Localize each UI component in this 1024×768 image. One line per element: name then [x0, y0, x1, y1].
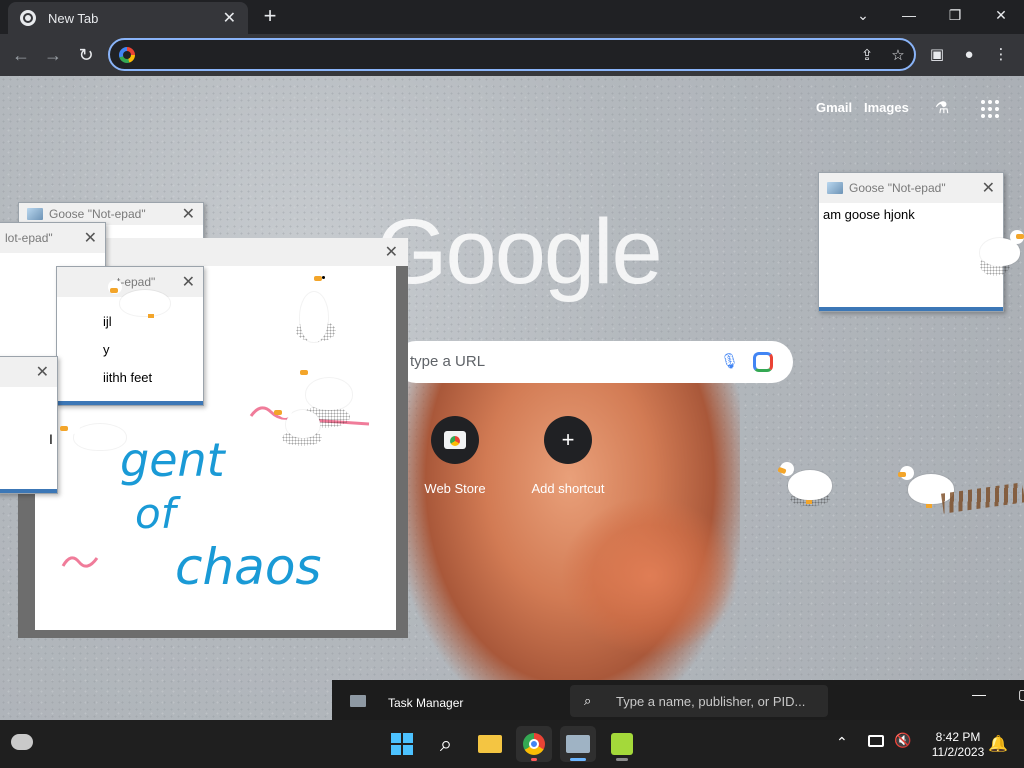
- task-manager-icon: [350, 695, 366, 707]
- goose-app-icon: [611, 733, 633, 755]
- goose-notepad-window-small[interactable]: ✕ I: [0, 356, 58, 494]
- tab-title: New Tab: [48, 10, 99, 26]
- close-icon[interactable]: ✕: [84, 228, 97, 248]
- chrome-icon: [20, 10, 36, 26]
- tab-strip: New Tab ✕ + ⌄ — ❐ ✕: [0, 0, 1024, 34]
- window-title: Goose "Not-epad": [49, 207, 146, 221]
- notepad-icon: [27, 208, 43, 220]
- tab-close-icon[interactable]: ✕: [223, 8, 236, 28]
- start-button[interactable]: [384, 726, 420, 762]
- minimize-button[interactable]: —: [886, 0, 932, 30]
- profile-icon[interactable]: ●: [958, 44, 980, 66]
- task-manager-taskbar-button[interactable]: [560, 726, 596, 762]
- notification-bell-icon[interactable]: 🔔: [988, 734, 1008, 754]
- tab-search-button[interactable]: ⌄: [840, 0, 886, 30]
- windows-taskbar: ⌕ ⌃ 🔇 8:42 PM 11/2/2023 🔔: [0, 720, 1024, 768]
- plus-icon: +: [544, 416, 592, 464]
- start-icon: [391, 733, 413, 755]
- note-line: y: [103, 342, 110, 357]
- task-manager-icon: [566, 735, 590, 753]
- weather-icon[interactable]: [11, 734, 33, 750]
- google-lens-icon[interactable]: [753, 352, 773, 372]
- task-manager-maximize-button[interactable]: ▢: [1018, 686, 1024, 703]
- web-store-icon: [431, 416, 479, 464]
- side-panel-icon[interactable]: ▣: [926, 44, 948, 66]
- notepad-icon: [827, 182, 843, 194]
- clock-time: 8:42 PM: [935, 730, 981, 744]
- scribble-text: chaos: [175, 538, 321, 596]
- gmail-link[interactable]: Gmail: [816, 100, 852, 115]
- back-button[interactable]: ←: [8, 42, 34, 68]
- tab-new-tab[interactable]: New Tab ✕: [8, 2, 248, 34]
- window-footer: [0, 489, 57, 493]
- window-title: t-epad": [117, 275, 156, 289]
- task-manager-search-input[interactable]: ⌕ Type a name, publisher, or PID...: [570, 685, 828, 717]
- goose-app-button[interactable]: [604, 726, 640, 762]
- file-explorer-icon: [478, 735, 502, 753]
- google-g-icon: [119, 47, 135, 63]
- restore-button[interactable]: ❐: [932, 0, 978, 30]
- chrome-icon: [523, 733, 545, 755]
- text-cursor-icon: I: [49, 431, 53, 447]
- search-icon: ⌕: [584, 693, 592, 708]
- bookmark-star-icon[interactable]: ☆: [889, 47, 907, 65]
- chrome-taskbar-button[interactable]: [516, 726, 552, 762]
- close-icon[interactable]: ✕: [182, 204, 195, 224]
- images-link[interactable]: Images: [864, 100, 909, 115]
- search-button[interactable]: ⌕: [428, 726, 464, 762]
- shortcut-web-store[interactable]: Web Store: [405, 416, 505, 496]
- search-placeholder: Type a name, publisher, or PID...: [616, 694, 806, 709]
- clock-date: 11/2/2023: [931, 745, 985, 759]
- goose-notepad-window-right[interactable]: Goose "Not-epad" ✕ am goose hjonk: [818, 172, 1004, 312]
- volume-muted-icon[interactable]: 🔇: [894, 732, 911, 749]
- goose-notepad-window-middle[interactable]: t-epad" ✕ ijl y iithh feet: [56, 266, 204, 406]
- search-icon: ⌕: [439, 731, 453, 756]
- microphone-icon[interactable]: 🎙: [720, 352, 739, 372]
- window-title: lot-epad": [5, 231, 53, 245]
- window-footer: [57, 401, 203, 405]
- share-icon[interactable]: ⇪: [858, 47, 876, 65]
- forward-button[interactable]: →: [40, 42, 66, 68]
- file-explorer-button[interactable]: [472, 726, 508, 762]
- google-logo: Google: [376, 201, 663, 303]
- browser-toolbar: ← → ↻ ⇪ ☆ ▣ ● ⋮: [0, 34, 1024, 76]
- shortcut-label: Add shortcut: [531, 481, 605, 496]
- task-manager-minimize-button[interactable]: —: [972, 686, 986, 702]
- reload-button[interactable]: ↻: [73, 42, 99, 68]
- new-tab-button[interactable]: +: [258, 4, 282, 28]
- task-manager-title: Task Manager: [388, 696, 464, 710]
- system-clock[interactable]: 8:42 PM 11/2/2023: [920, 730, 996, 760]
- menu-kebab-icon[interactable]: ⋮: [990, 44, 1012, 66]
- task-manager-window[interactable]: Task Manager ⌕ Type a name, publisher, o…: [332, 680, 1024, 720]
- labs-flask-icon[interactable]: ⚗: [931, 98, 953, 120]
- window-title: Goose "Not-epad": [849, 181, 946, 195]
- note-line: iithh feet: [103, 370, 153, 385]
- close-icon[interactable]: ✕: [36, 362, 49, 382]
- scribble-text: of: [135, 489, 182, 538]
- close-icon[interactable]: ✕: [182, 272, 195, 292]
- new-tab-page: Gmail Images ⚗ Google type a URL 🎙 Web S…: [0, 76, 1024, 720]
- chevron-up-icon[interactable]: ⌃: [836, 734, 848, 751]
- network-icon[interactable]: [868, 735, 884, 747]
- close-icon[interactable]: ✕: [385, 242, 398, 262]
- search-placeholder: type a URL: [410, 353, 486, 370]
- background-image-fin: [560, 496, 740, 656]
- shortcut-label: Web Store: [424, 481, 486, 496]
- scribble-text: gent: [120, 433, 227, 487]
- google-apps-icon[interactable]: [981, 100, 999, 118]
- window-footer: [819, 307, 1003, 311]
- close-window-button[interactable]: ✕: [978, 0, 1024, 30]
- close-icon[interactable]: ✕: [982, 178, 995, 198]
- address-bar[interactable]: ⇪ ☆: [108, 38, 916, 71]
- shortcut-add[interactable]: + Add shortcut: [518, 416, 618, 496]
- note-text-area[interactable]: am goose hjonk: [819, 203, 1003, 226]
